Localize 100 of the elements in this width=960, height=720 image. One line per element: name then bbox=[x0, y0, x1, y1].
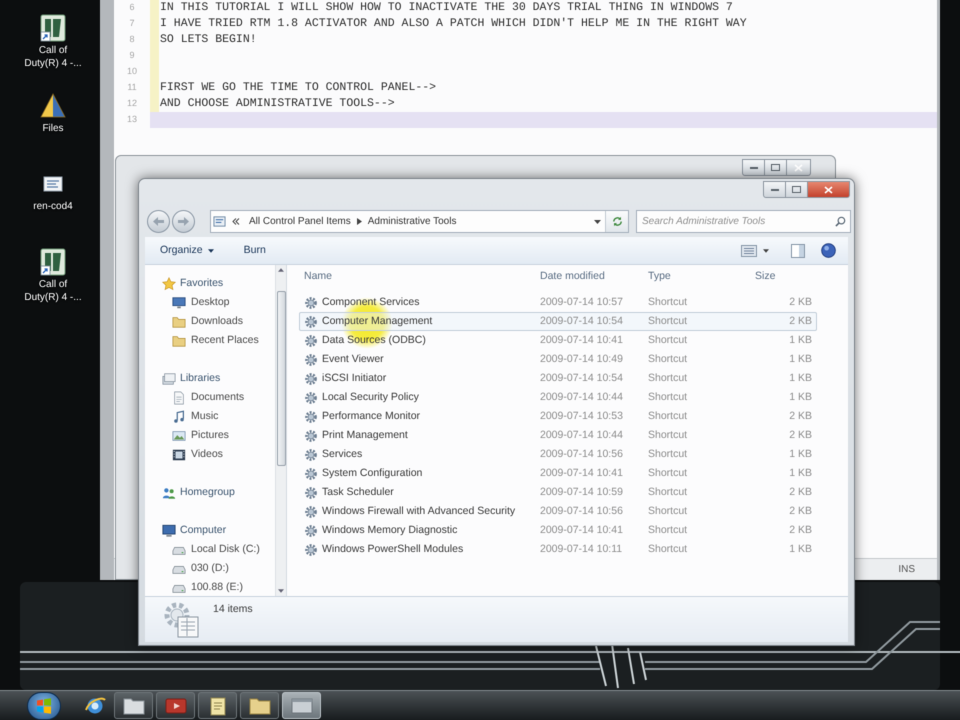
nav-item[interactable]: Pictures bbox=[145, 426, 275, 445]
file-name[interactable]: Performance Monitor bbox=[322, 408, 420, 424]
file-name[interactable]: Computer Management bbox=[322, 314, 432, 330]
nav-item[interactable]: Videos bbox=[145, 445, 275, 464]
toolbar-button[interactable]: Organize bbox=[155, 240, 219, 262]
date-modified: 2009-07-14 10:54 bbox=[539, 314, 624, 329]
desktop-shortcut[interactable]: Call of Duty(R) 4 -... bbox=[21, 12, 85, 70]
gear-icon bbox=[304, 296, 318, 310]
date-modified: 2009-07-14 10:56 bbox=[539, 446, 624, 462]
toolbar-button[interactable]: Burn bbox=[238, 240, 271, 262]
address-bar[interactable]: All Control Panel Items Administrative Tools bbox=[210, 210, 629, 233]
minimize-button[interactable] bbox=[763, 181, 786, 198]
taskbar-button[interactable] bbox=[114, 692, 153, 719]
people-icon bbox=[162, 486, 176, 500]
orb-icon[interactable] bbox=[821, 243, 836, 258]
notepad-icon bbox=[208, 696, 228, 716]
item-count: 14 items bbox=[213, 602, 253, 617]
close-button[interactable] bbox=[808, 181, 850, 198]
file-icon bbox=[42, 174, 64, 194]
file-type: Shortcut bbox=[647, 504, 688, 519]
taskbar-button[interactable] bbox=[198, 692, 237, 719]
maximize-button[interactable] bbox=[786, 181, 808, 198]
minimize-button[interactable] bbox=[742, 159, 765, 176]
file-name[interactable]: System Configuration bbox=[322, 466, 422, 482]
forward-button[interactable] bbox=[172, 210, 195, 233]
text-line: I HAVE TRIED RTM 1.8 ACTIVATOR AND ALSO A PATCH WHICH DIDN'T HELP ME IN THE RIGHT WAY bbox=[160, 16, 747, 32]
scrollbar-thumb[interactable] bbox=[276, 291, 286, 466]
line-number: 11 bbox=[126, 81, 138, 94]
file-name[interactable]: Task Scheduler bbox=[322, 484, 394, 500]
minimize-icon bbox=[750, 166, 758, 169]
file-name[interactable]: Windows PowerShell Modules bbox=[322, 542, 464, 558]
date-modified: 2009-07-14 10:53 bbox=[539, 408, 624, 424]
back-button[interactable] bbox=[147, 210, 170, 233]
file-name[interactable]: Local Security Policy bbox=[322, 390, 419, 406]
preview-pane-icon[interactable] bbox=[791, 244, 805, 258]
close-icon bbox=[824, 186, 833, 194]
windows-logo-icon bbox=[36, 698, 52, 714]
nav-item[interactable]: Local Disk (C:) bbox=[145, 540, 275, 559]
taskbar-button[interactable] bbox=[240, 692, 279, 719]
file-name[interactable]: Windows Firewall with Advanced Security bbox=[322, 504, 516, 520]
column-header[interactable]: Type bbox=[643, 269, 750, 285]
file-type: Shortcut bbox=[647, 542, 688, 557]
file-name[interactable]: Data Sources (ODBC) bbox=[322, 332, 426, 348]
emblem-icon bbox=[38, 13, 68, 43]
desktop-shortcut[interactable]: ren-cod4 bbox=[21, 168, 85, 213]
nav-item[interactable]: 100.88 (E:) bbox=[145, 578, 275, 597]
file-size: 2 KB bbox=[788, 428, 813, 443]
column-header[interactable]: Size bbox=[750, 269, 816, 285]
nav-item[interactable]: Libraries bbox=[145, 369, 275, 388]
search-field[interactable]: Search Administrative Tools bbox=[636, 210, 851, 233]
date-modified: 2009-07-14 10:59 bbox=[539, 484, 624, 500]
nav-item[interactable]: Homegroup bbox=[145, 483, 275, 502]
file-name[interactable]: Component Services bbox=[322, 294, 420, 310]
list-view-icon[interactable] bbox=[741, 244, 757, 256]
file-name[interactable]: Print Management bbox=[322, 428, 408, 444]
caret-icon bbox=[594, 220, 601, 224]
nav-item[interactable]: Favorites bbox=[145, 274, 275, 293]
maximize-button[interactable] bbox=[765, 159, 787, 176]
media-icon bbox=[164, 696, 186, 714]
window-icon bbox=[213, 215, 226, 228]
breadcrumb-link[interactable]: All Control Panel Items bbox=[249, 214, 351, 229]
column-header[interactable]: Name bbox=[287, 269, 535, 285]
folder-icon bbox=[172, 314, 186, 328]
nav-item[interactable]: Desktop bbox=[145, 293, 275, 312]
nav-item[interactable]: Downloads bbox=[145, 312, 275, 331]
nav-item[interactable]: Music bbox=[145, 407, 275, 426]
gear-icon bbox=[304, 352, 318, 366]
file-size: 1 KB bbox=[788, 542, 813, 557]
file-name[interactable]: Services bbox=[322, 446, 362, 462]
file-name[interactable]: Windows Memory Diagnostic bbox=[322, 522, 458, 538]
column-header[interactable]: Date modified bbox=[535, 269, 643, 285]
gear-sheet-icon bbox=[163, 601, 201, 639]
close-button[interactable] bbox=[787, 159, 811, 176]
chevron-icon bbox=[232, 218, 240, 225]
refresh-button[interactable] bbox=[605, 211, 628, 232]
picture-icon bbox=[172, 428, 186, 442]
file-size: 2 KB bbox=[788, 522, 813, 538]
nav-item[interactable]: Recent Places bbox=[145, 331, 275, 350]
file-type: Shortcut bbox=[647, 446, 688, 462]
breadcrumb-link[interactable]: Administrative Tools bbox=[368, 214, 456, 229]
gear-icon bbox=[304, 372, 318, 386]
start-button[interactable] bbox=[27, 692, 61, 720]
library-icon bbox=[162, 372, 176, 386]
file-size: 1 KB bbox=[788, 390, 813, 405]
browser-icon[interactable] bbox=[83, 694, 107, 716]
nav-item[interactable]: Documents bbox=[145, 388, 275, 407]
file-name[interactable]: iSCSI Initiator bbox=[322, 370, 386, 386]
caret-icon[interactable] bbox=[763, 248, 769, 252]
desktop-shortcut[interactable]: Call of Duty(R) 4 -... bbox=[21, 246, 85, 304]
file-row[interactable]: Computer Management 2009-07-14 10:54 Shortcut 2 KB bbox=[299, 312, 817, 331]
nav-item[interactable]: Computer bbox=[145, 521, 275, 540]
scrollbar[interactable] bbox=[275, 265, 286, 596]
file-name[interactable]: Event Viewer bbox=[322, 352, 384, 368]
desktop-shortcut[interactable]: Files bbox=[21, 90, 85, 135]
search-icon bbox=[835, 216, 846, 227]
caret-icon bbox=[208, 248, 214, 252]
file-type: Shortcut bbox=[647, 294, 688, 310]
file-size: 2 KB bbox=[788, 504, 813, 519]
text-line: AND CHOOSE ADMINISTRATIVE TOOLS--> bbox=[160, 96, 395, 112]
nav-item[interactable]: 030 (D:) bbox=[145, 559, 275, 578]
